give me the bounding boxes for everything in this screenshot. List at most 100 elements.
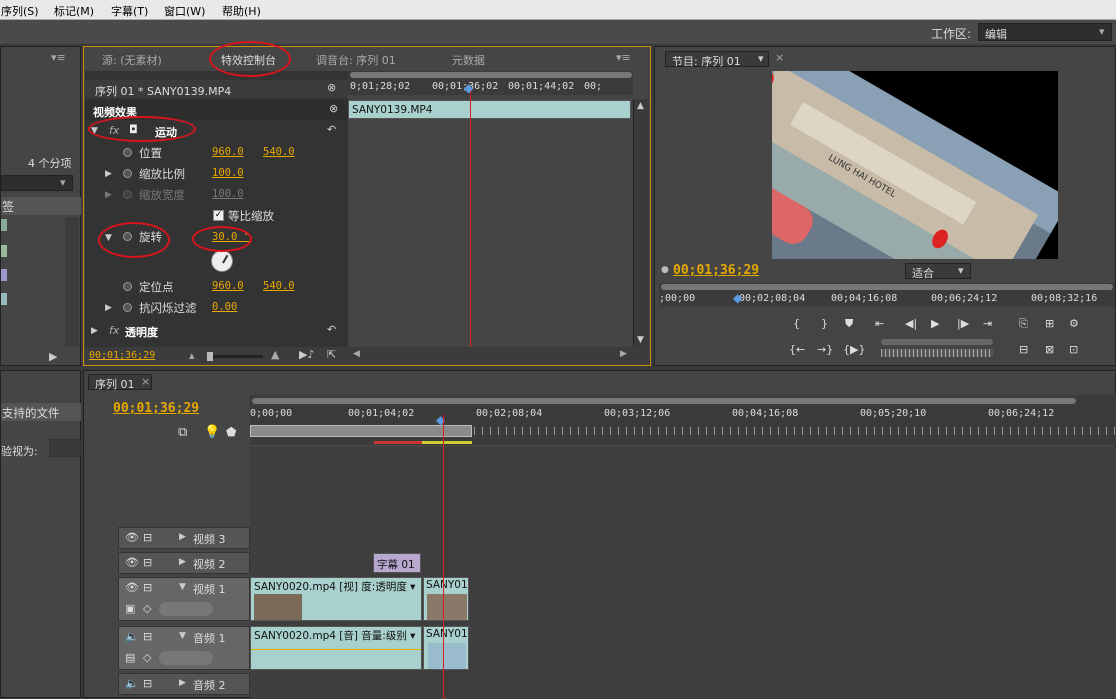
menu-window[interactable]: 窗口(W) (164, 3, 205, 19)
sync-lock-icon[interactable]: ⊟ (143, 556, 152, 569)
sync-lock-icon[interactable]: ⊟ (143, 677, 152, 690)
camera-icon[interactable]: ⊡ (1069, 343, 1078, 356)
zoom-out-icon[interactable]: ▴ (189, 349, 195, 362)
triangle-right-icon[interactable]: ▶ (179, 678, 186, 688)
timeline-playhead[interactable] (443, 415, 444, 699)
antiflicker-value[interactable]: 0.00 (212, 301, 237, 313)
program-ruler[interactable]: ;00;00 00;02;08;04 00;04;16;08 00;06;24;… (659, 283, 1115, 307)
track-header-audio1[interactable]: 🔈 ⊟ ▼ 音频 1 ▤ ◇ (118, 626, 250, 670)
chevron-down-icon[interactable]: ▾ (758, 52, 764, 65)
triangle-right-icon[interactable]: ▶ (91, 326, 98, 336)
track-header-video2[interactable]: 👁 ⊟ ▶ 视频 2 (118, 552, 250, 574)
triangle-right-icon[interactable]: ▶ (179, 557, 186, 567)
audio-clip-1[interactable]: SANY0020.mp4 [音] 音量:级别 ▾ (250, 626, 422, 670)
program-tab[interactable]: 节目: 序列 01 ▾ (665, 51, 769, 68)
zoom-slider[interactable] (207, 352, 263, 361)
tab-source[interactable]: 源: (无素材) (102, 52, 162, 68)
menu-marker[interactable]: 标记(M) (54, 3, 94, 19)
reset-icon[interactable]: ↶ (327, 123, 336, 136)
sync-lock-icon[interactable]: ⊟ (143, 630, 152, 643)
effect-timecode[interactable]: 00;01;36;29 (89, 350, 155, 361)
video-clip-1[interactable]: SANY0020.mp4 [视] 度:透明度 ▾ (250, 577, 422, 621)
stopwatch-icon[interactable] (123, 282, 132, 291)
fx-icon[interactable]: fx (109, 324, 119, 337)
speaker-icon[interactable]: 🔈 (125, 677, 139, 690)
track-header-video1[interactable]: 👁 ⊟ ▼ 视频 1 ▣ ◇ (118, 577, 250, 621)
effect-clip-bar[interactable]: SANY0139.MP4 (348, 100, 631, 119)
keyframe-nav[interactable] (159, 602, 213, 616)
play-icon[interactable]: ▶ (931, 317, 939, 330)
lift-icon[interactable]: ⎘ (1019, 317, 1028, 331)
menu-help[interactable]: 帮助(H) (222, 3, 261, 19)
go-to-in-icon[interactable]: ⇤ (875, 317, 884, 330)
step-forward-icon[interactable]: |▶ (957, 317, 969, 330)
zoom-in-icon[interactable]: ▲ (271, 348, 279, 361)
speaker-icon[interactable]: 🔈 (125, 630, 139, 643)
scrollbar[interactable]: ▲ ▼ (633, 99, 649, 349)
close-icon[interactable]: × (141, 375, 150, 388)
play-in-out-icon[interactable]: {▶} (843, 343, 865, 356)
menu-sequence[interactable]: 序列(S) (1, 3, 39, 19)
triangle-down-icon[interactable]: ▼ (179, 582, 186, 592)
sequence-tab[interactable]: 序列 01 × (88, 374, 152, 391)
play-icon[interactable]: ▶ (49, 350, 57, 363)
go-prev-marker-icon[interactable]: {← (789, 343, 805, 356)
triangle-right-icon[interactable]: ▶ (179, 532, 186, 542)
eye-icon[interactable]: 👁 (125, 556, 139, 569)
display-style-icon[interactable]: ▣ (125, 602, 135, 615)
anchor-y-value[interactable]: 540.0 (263, 280, 295, 292)
filter-select[interactable]: ▾ (1, 175, 73, 191)
triangle-right-icon[interactable]: ▶ (105, 169, 112, 179)
jog-wheel[interactable] (881, 349, 993, 357)
trim-icon[interactable]: ⊟ (1019, 343, 1028, 356)
video-frame[interactable]: LUNG HAI HOTEL (772, 71, 1058, 259)
keyframe-icon[interactable]: ◇ (143, 602, 151, 615)
menu-title[interactable]: 字幕(T) (111, 3, 148, 19)
audio-clip-2[interactable]: SANY013 (423, 626, 469, 670)
view-as-select[interactable] (49, 439, 81, 457)
bulb-icon[interactable]: 💡 (204, 425, 220, 440)
panel-menu-icon[interactable]: ▾≡ (51, 51, 66, 64)
video-clip-2[interactable]: SANY013 (423, 577, 469, 621)
timeline-ruler[interactable]: 0;00;00 00;01;04;02 00;02;08;04 00;03;12… (250, 395, 1116, 445)
playhead-marker-icon[interactable]: ◆ (733, 291, 742, 305)
program-timecode[interactable]: 00;01;36;29 (673, 263, 759, 278)
timeline-timecode[interactable]: 00;01;36;29 (113, 401, 199, 416)
mark-in-icon[interactable]: { (793, 317, 800, 330)
scale-value[interactable]: 100.0 (212, 167, 244, 179)
effect-ruler[interactable]: 0;01;28;02 00;01;36;02 00;01;44;02 00; (348, 71, 633, 95)
go-to-out-icon[interactable]: ⇥ (983, 317, 992, 330)
collapse-icon[interactable]: ⊗ (329, 102, 338, 115)
position-y-value[interactable]: 540.0 (263, 146, 295, 158)
triangle-down-icon[interactable]: ▼ (179, 631, 186, 641)
track-header-audio2[interactable]: 🔈 ⊟ ▶ 音频 2 (118, 673, 250, 695)
volume-line[interactable] (251, 649, 421, 650)
reset-icon[interactable]: ↶ (327, 323, 336, 336)
scroll-up-icon[interactable]: ▲ (637, 101, 644, 111)
waveform-icon[interactable]: ▤ (125, 651, 135, 664)
step-back-icon[interactable]: ◀| (905, 317, 917, 330)
keyframe-nav[interactable] (159, 651, 213, 665)
rotation-dial[interactable] (211, 250, 233, 272)
uniform-scale-checkbox[interactable]: ✓ (213, 210, 224, 221)
workspace-select[interactable]: 编辑 ▾ (978, 23, 1112, 41)
title-clip[interactable]: 字幕 01 (373, 553, 421, 573)
stopwatch-icon[interactable] (123, 148, 132, 157)
stopwatch-icon[interactable] (123, 303, 132, 312)
label-column-header[interactable]: 签 (1, 197, 81, 215)
scrollbar[interactable] (65, 217, 79, 347)
anchor-x-value[interactable]: 960.0 (212, 280, 244, 292)
eye-icon[interactable]: 👁 (125, 531, 139, 544)
scroll-down-icon[interactable]: ▼ (637, 335, 644, 345)
shuttle-slider[interactable] (881, 339, 993, 345)
play-audio-icon[interactable]: ▶♪ (299, 348, 314, 361)
triangle-right-icon[interactable]: ▶ (105, 303, 112, 313)
go-next-marker-icon[interactable]: →} (817, 343, 833, 356)
playhead-marker-icon[interactable]: ◆ (464, 81, 473, 95)
tab-audio-mixer[interactable]: 调音台: 序列 01 (316, 52, 396, 68)
track-header-video3[interactable]: 👁 ⊟ ▶ 视频 3 (118, 527, 250, 549)
scroll-right-icon[interactable]: ▶ (620, 349, 627, 359)
extract-icon[interactable]: ⊞ (1045, 317, 1054, 330)
position-x-value[interactable]: 960.0 (212, 146, 244, 158)
marker-icon[interactable]: ⛊ (845, 317, 853, 331)
